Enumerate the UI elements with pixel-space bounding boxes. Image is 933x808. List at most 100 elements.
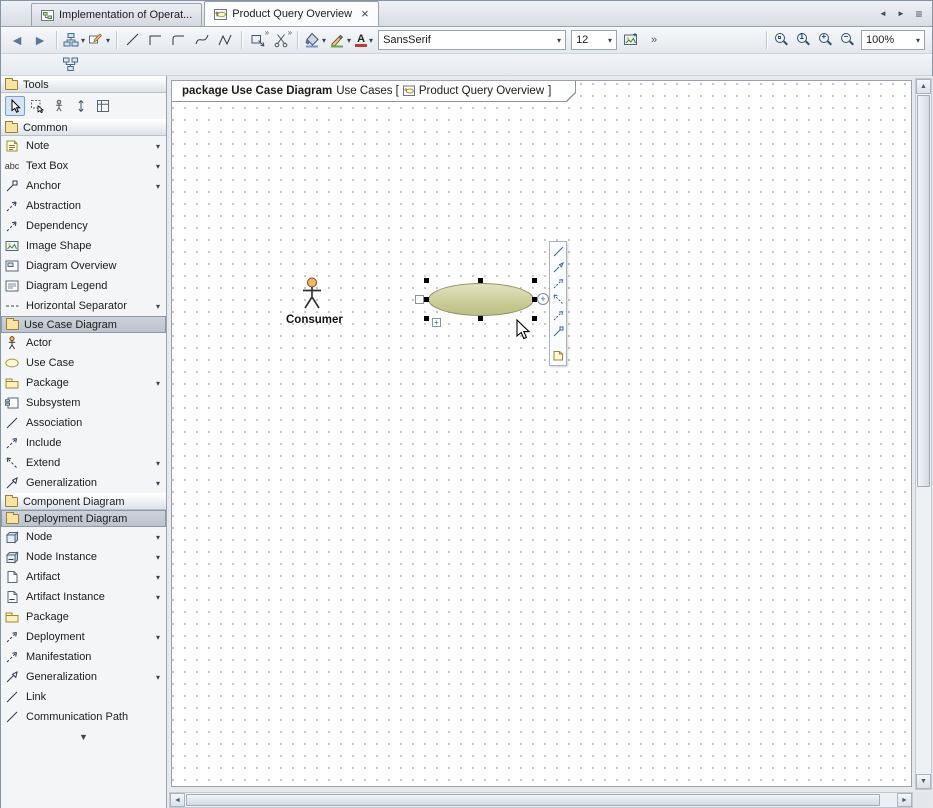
toolbar-overflow-button[interactable]: » <box>643 29 665 51</box>
expand-handle-icon[interactable]: + <box>432 318 441 327</box>
line-color-button[interactable]: ▾ <box>328 29 352 51</box>
scroll-right-button[interactable]: ► <box>897 793 912 807</box>
dropdown-arrow-icon[interactable]: ▾ <box>156 479 160 488</box>
palette-scroll-down-button[interactable]: ▼ <box>1 727 166 742</box>
smart-dependency-tool[interactable] <box>552 309 565 322</box>
font-family-combo[interactable]: SansSerif ▾ <box>378 30 566 50</box>
palette-item-diagram-legend[interactable]: Diagram Legend <box>1 276 166 296</box>
dropdown-arrow-icon[interactable]: ▾ <box>156 459 160 468</box>
palette-item-image-shape[interactable]: Image Shape <box>1 236 166 256</box>
palette-item-diagram-overview[interactable]: Diagram Overview <box>1 256 166 276</box>
palette-item-include[interactable]: Include <box>1 433 166 453</box>
vertical-scrollbar[interactable]: ▲ ▼ <box>915 78 932 790</box>
dropdown-arrow-icon[interactable]: ▾ <box>156 553 160 562</box>
dropdown-arrow-icon[interactable]: ▾ <box>322 36 326 45</box>
scroll-up-button[interactable]: ▲ <box>916 79 931 94</box>
dropdown-arrow-icon[interactable]: ▾ <box>156 379 160 388</box>
palette-item-link[interactable]: Link <box>1 687 166 707</box>
palette-item-actor[interactable]: Actor <box>1 333 166 353</box>
forward-button[interactable]: ► <box>29 29 51 51</box>
selection-handle[interactable] <box>424 316 429 321</box>
palette-section-use-case-diagram[interactable]: Use Case Diagram <box>1 316 166 333</box>
smart-generalization-tool[interactable] <box>552 261 565 274</box>
palette-item-deployment[interactable]: Deployment ▾ <box>1 627 166 647</box>
palette-item-node-instance[interactable]: Node Instance ▾ <box>1 547 166 567</box>
dropdown-arrow-icon[interactable]: ▾ <box>369 36 373 45</box>
smart-include-tool[interactable] <box>552 277 565 290</box>
grid-tool-button[interactable] <box>93 96 113 116</box>
add-element-button[interactable]: ▾ <box>87 29 111 51</box>
cut-tool-button[interactable]: » <box>270 29 292 51</box>
palette-item-communication-path[interactable]: Communication Path <box>1 707 166 727</box>
palette-item-subsystem[interactable]: Subsystem <box>1 393 166 413</box>
tab-list-button[interactable]: ≡ <box>912 6 926 22</box>
selection-handle[interactable] <box>532 278 537 283</box>
selection-tool-button[interactable] <box>5 96 25 116</box>
smart-association-tool[interactable] <box>552 245 565 258</box>
smart-extend-tool[interactable] <box>552 293 565 306</box>
smart-note-tool[interactable] <box>552 349 565 362</box>
palette-item-dependency[interactable]: Dependency <box>1 216 166 236</box>
font-size-combo[interactable]: 12 ▾ <box>571 30 617 50</box>
horizontal-scroll-thumb[interactable] <box>186 794 880 806</box>
palette-item-node[interactable]: Node ▾ <box>1 527 166 547</box>
palette-section-deployment-diagram[interactable]: Deployment Diagram <box>1 510 166 527</box>
palette-item-text-box[interactable]: abc Text Box ▾ <box>1 156 166 176</box>
palette-item-abstraction[interactable]: Abstraction <box>1 196 166 216</box>
horizontal-scrollbar[interactable]: ◄ ► <box>169 792 913 808</box>
zoom-in-button[interactable]: + <box>815 29 837 51</box>
diagram-frame-header[interactable]: package Use Case Diagram Use Cases [ Pro… <box>172 81 576 102</box>
diagram-canvas[interactable]: package Use Case Diagram Use Cases [ Pro… <box>171 80 912 787</box>
previous-tab-button[interactable]: ◄ <box>876 6 890 22</box>
dropdown-arrow-icon[interactable]: ▾ <box>156 142 160 151</box>
selection-handle[interactable] <box>424 297 429 302</box>
scroll-down-button[interactable]: ▼ <box>916 774 931 789</box>
tab-implementation-of-operations[interactable]: Implementation of Operat... <box>31 3 202 26</box>
selection-handle[interactable] <box>424 278 429 283</box>
palette-item-artifact-instance[interactable]: Artifact Instance ▾ <box>1 587 166 607</box>
dropdown-arrow-icon[interactable]: ▾ <box>156 633 160 642</box>
back-button[interactable]: ◄ <box>6 29 28 51</box>
palette-section-component-diagram[interactable]: Component Diagram <box>1 493 166 510</box>
frame-selection-tool-button[interactable] <box>27 96 47 116</box>
dropdown-arrow-icon[interactable]: ▾ <box>156 533 160 542</box>
palette-item-artifact[interactable]: Artifact ▾ <box>1 567 166 587</box>
selection-handle[interactable] <box>478 278 483 283</box>
smart-anchor-tool[interactable] <box>552 325 565 338</box>
palette-item-manifestation[interactable]: Manifestation <box>1 647 166 667</box>
scroll-left-button[interactable]: ◄ <box>170 793 185 807</box>
dropdown-arrow-icon[interactable]: ▾ <box>81 36 85 45</box>
resize-to-fit-button[interactable]: » <box>247 29 269 51</box>
add-element-handle-icon[interactable]: + <box>537 293 549 305</box>
palette-section-common[interactable]: Common <box>1 119 166 136</box>
palette-item-note[interactable]: Note ▾ <box>1 136 166 156</box>
palette-item-anchor[interactable]: Anchor ▾ <box>1 176 166 196</box>
spline-line-style-button[interactable] <box>214 29 236 51</box>
palette-item-association[interactable]: Association <box>1 413 166 433</box>
curved-line-style-button[interactable] <box>191 29 213 51</box>
palette-item-horizontal-separator[interactable]: Horizontal Separator ▾ <box>1 296 166 316</box>
vertical-scroll-thumb[interactable] <box>917 95 930 487</box>
dropdown-arrow-icon[interactable]: ▾ <box>347 36 351 45</box>
save-as-image-button[interactable] <box>620 29 642 51</box>
dropdown-arrow-icon[interactable]: ▾ <box>156 673 160 682</box>
palette-item-use-case[interactable]: Use Case <box>1 353 166 373</box>
palette-item-generalization[interactable]: Generalization ▾ <box>1 473 166 493</box>
dropdown-arrow-icon[interactable]: ▾ <box>156 593 160 602</box>
zoom-level-combo[interactable]: 100% ▾ <box>861 30 925 50</box>
tab-close-button[interactable]: × <box>361 9 369 19</box>
rectilinear-line-style-button[interactable] <box>145 29 167 51</box>
next-tab-button[interactable]: ► <box>894 6 908 22</box>
dropdown-arrow-icon[interactable]: ▾ <box>156 162 160 171</box>
actor-consumer[interactable]: Consumer <box>286 277 338 326</box>
dropdown-arrow-icon[interactable]: ▾ <box>156 182 160 191</box>
use-case-ellipse[interactable] <box>428 283 534 316</box>
dropdown-arrow-icon[interactable]: ▾ <box>156 302 160 311</box>
dropdown-arrow-icon[interactable]: ▾ <box>106 36 110 45</box>
vertical-resize-tool-button[interactable] <box>71 96 91 116</box>
palette-item-extend[interactable]: Extend ▾ <box>1 453 166 473</box>
palette-item-package-deployment[interactable]: Package <box>1 607 166 627</box>
zoom-fit-button[interactable] <box>771 29 793 51</box>
fill-color-button[interactable]: ▾ <box>303 29 327 51</box>
drag-element-tool-button[interactable] <box>49 96 69 116</box>
